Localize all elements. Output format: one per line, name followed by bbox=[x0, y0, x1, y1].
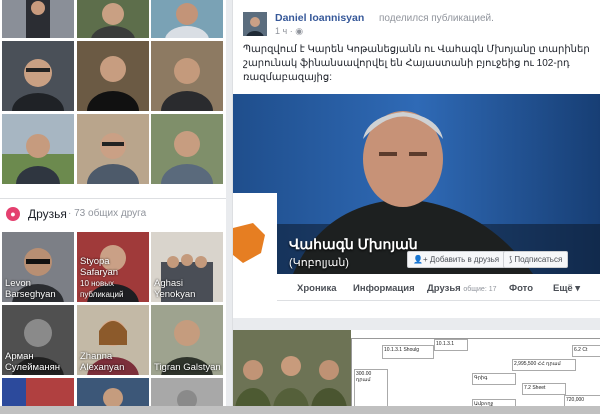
page-subtitle: (Կոբոլյան) bbox=[289, 257, 349, 269]
left-column: ● Друзья · 73 общих друга Levon Barseghy… bbox=[0, 0, 226, 414]
friend-tile[interactable] bbox=[151, 378, 223, 406]
shared-label: поделился публикацией. bbox=[379, 13, 494, 24]
budget-document-image[interactable]: 10.1.3.1 Shoulg 10.1.3.1 2,995,500 ՀՀ դր… bbox=[351, 338, 600, 414]
horizontal-scrollbar[interactable] bbox=[0, 406, 600, 414]
tab-friends[interactable]: Друзья общие: 17 bbox=[427, 283, 497, 294]
photo-thumbnail[interactable] bbox=[2, 41, 74, 111]
photo-thumbnail[interactable] bbox=[77, 41, 149, 111]
post-text-line: Պարզվում է Կարեն Կոթանեցյանն ու Վահագն Մ… bbox=[243, 44, 590, 55]
photo-thumbnail[interactable] bbox=[151, 41, 223, 111]
friend-tile[interactable]: Арман Сулейманян bbox=[2, 305, 74, 375]
friend-tile[interactable]: Styopa Safaryan 10 новых публикаций bbox=[77, 232, 149, 302]
doc-cell: 10.1.3.1 bbox=[434, 339, 468, 351]
author-avatar[interactable] bbox=[243, 12, 267, 36]
photo-thumbnail[interactable] bbox=[151, 0, 223, 38]
friends-icon: ● bbox=[6, 207, 20, 221]
doc-cell: 7.2 Sheet bbox=[522, 383, 566, 395]
tab-more[interactable]: Ещё ▾ bbox=[553, 283, 580, 294]
subscribe-button[interactable]: ⟆ Подписаться bbox=[503, 251, 569, 268]
friend-name[interactable]: Zhanna Alexanyan bbox=[80, 351, 147, 373]
mutual-friends-count: · 73 общих друга bbox=[68, 208, 147, 219]
page-name[interactable]: Վահագն Մխոյան bbox=[289, 236, 418, 253]
post-text-line: շարունակ ֆինանսավորվել են Հայաստանի բյու… bbox=[243, 58, 570, 69]
rss-icon: ⟆ bbox=[509, 255, 513, 264]
friend-new-posts: 10 новых публикаций bbox=[80, 279, 124, 299]
friends-title[interactable]: Друзья bbox=[28, 207, 67, 221]
page-tabs: Хроника Информация Друзья общие: 17 Фото… bbox=[277, 276, 600, 301]
photo-thumbnail[interactable] bbox=[77, 0, 149, 38]
photo-thumbnail[interactable] bbox=[77, 114, 149, 184]
globe-icon: ◉ bbox=[295, 26, 304, 36]
friend-tile[interactable]: Aghasi Yenokyan bbox=[151, 232, 223, 302]
friend-name[interactable]: Арман Сулейманян bbox=[5, 351, 72, 373]
friends-section-header[interactable]: ● Друзья · 73 общих друга bbox=[0, 198, 226, 229]
tab-photos[interactable]: Фото bbox=[509, 283, 533, 294]
doc-cell: Գրիգ bbox=[472, 373, 516, 385]
photo-thumbnail[interactable] bbox=[2, 0, 74, 38]
friend-tile[interactable]: Tigran Galstyan bbox=[151, 305, 223, 375]
add-friend-icon: 👤+ bbox=[413, 255, 428, 264]
tab-info[interactable]: Информация bbox=[353, 283, 415, 294]
doc-cell: 6.2 Ct bbox=[572, 345, 600, 357]
post-author-link[interactable]: Daniel Ioannisyan bbox=[275, 12, 364, 24]
post-time[interactable]: 1 ч · ◉ bbox=[275, 26, 303, 37]
friend-tile[interactable] bbox=[2, 378, 74, 406]
post-text-line: ռազմաբազայից: bbox=[243, 72, 332, 83]
post-attachments[interactable]: 10.1.3.1 Shoulg 10.1.3.1 2,995,500 ՀՀ դր… bbox=[233, 330, 600, 414]
shared-post: Daniel Ioannisyan поделился публикацией.… bbox=[232, 0, 600, 414]
doc-cell: 2,995,500 ՀՀ դրամ bbox=[512, 359, 576, 371]
section-divider bbox=[233, 318, 600, 330]
friend-tile[interactable] bbox=[77, 378, 149, 406]
photo-thumbnail[interactable] bbox=[2, 114, 74, 184]
photo-thumbnail[interactable] bbox=[151, 114, 223, 184]
friend-name[interactable]: Levon Barseghyan bbox=[5, 278, 72, 300]
friend-name[interactable]: Tigran Galstyan bbox=[154, 362, 221, 373]
friend-name[interactable]: Styopa Safaryan bbox=[80, 256, 118, 278]
friend-tile[interactable]: Levon Barseghyan bbox=[2, 232, 74, 302]
doc-cell: 10.1.3.1 Shoulg bbox=[382, 345, 434, 359]
add-friend-button[interactable]: 👤+ Добавить в друзья bbox=[407, 251, 506, 268]
tab-timeline[interactable]: Хроника bbox=[297, 283, 337, 294]
soldiers-photo[interactable] bbox=[233, 330, 351, 414]
friend-name[interactable]: Aghasi Yenokyan bbox=[154, 278, 221, 300]
friend-tile[interactable]: Zhanna Alexanyan bbox=[77, 305, 149, 375]
page-profile-picture[interactable] bbox=[233, 193, 277, 278]
